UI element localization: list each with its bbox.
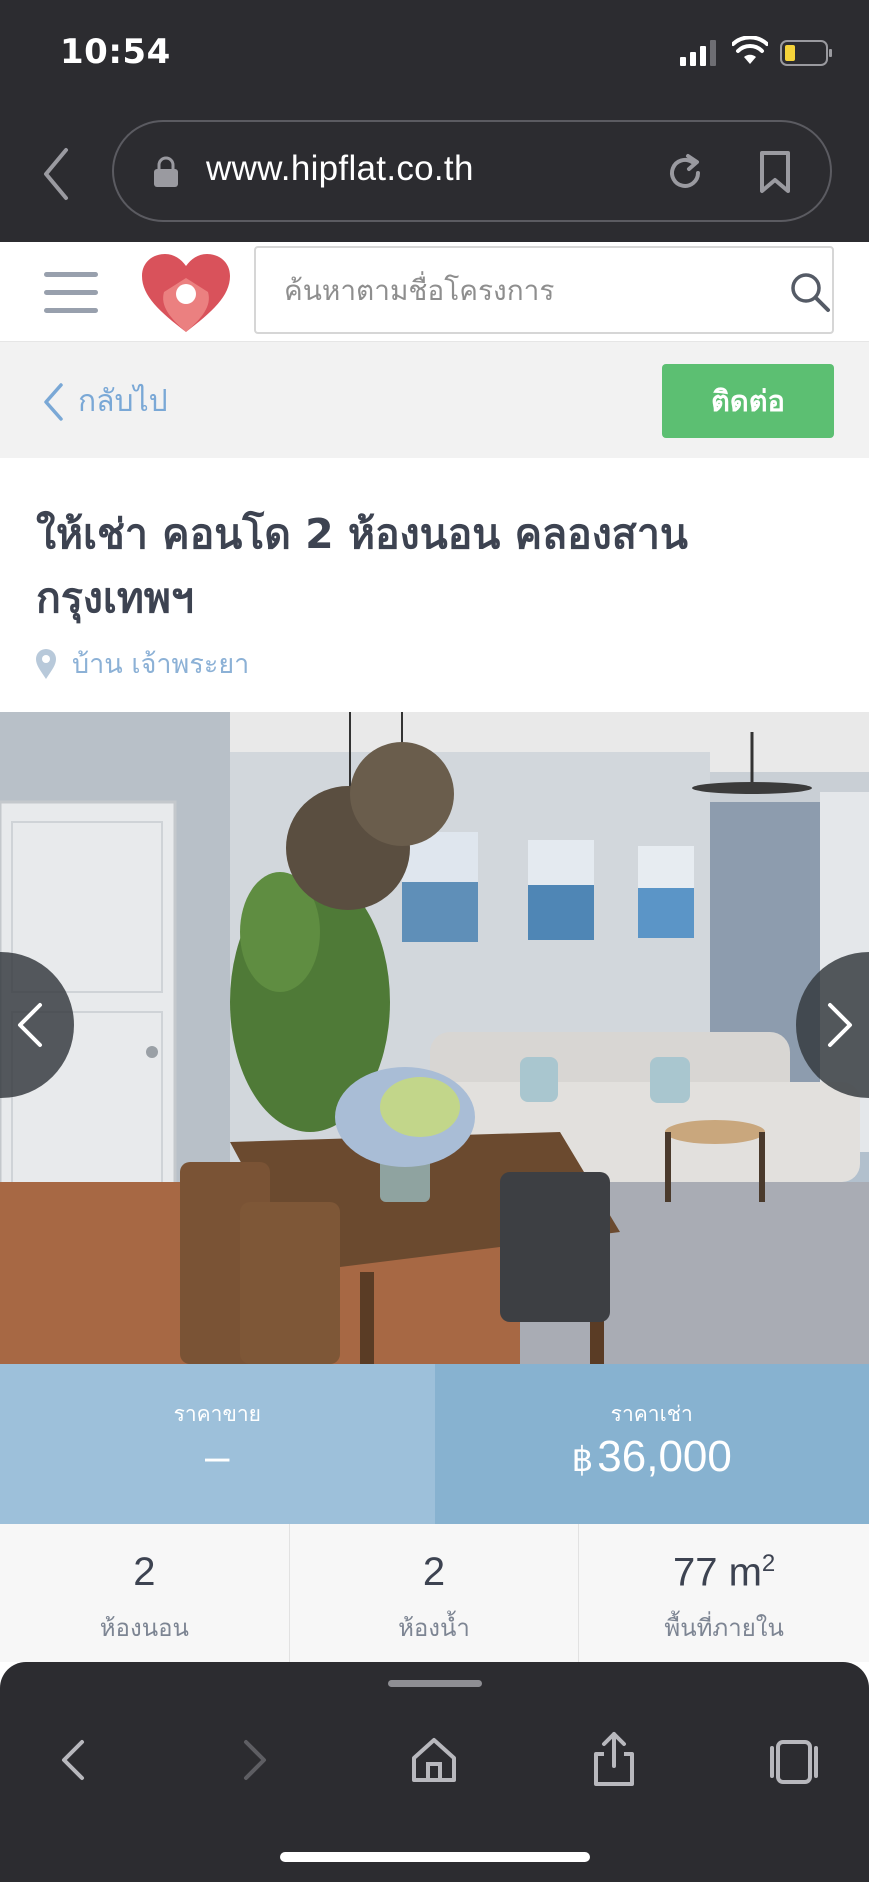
site-header — [0, 242, 869, 342]
search-box — [254, 246, 834, 334]
next-arrow-icon — [828, 1003, 852, 1047]
bathrooms-value: 2 — [422, 1550, 446, 1594]
home-icon[interactable] — [404, 1730, 464, 1790]
bathrooms-label: ห้องน้ำ — [398, 1614, 470, 1642]
spec-bathrooms: 2 ห้องน้ำ — [290, 1524, 580, 1662]
toolbar-back-icon[interactable] — [44, 1730, 104, 1790]
search-input[interactable] — [256, 248, 776, 332]
price-panel: ราคาขาย – ราคาเช่า ฿36,000 — [0, 1364, 869, 1524]
action-bar: กลับไป ติดต่อ — [0, 342, 869, 458]
sale-price-value: – — [205, 1432, 230, 1481]
toolbar-grabber[interactable] — [388, 1680, 482, 1687]
listing-photo[interactable] — [0, 712, 869, 1364]
share-icon[interactable] — [584, 1730, 644, 1790]
status-bar: 10:54 — [0, 0, 869, 110]
bedrooms-value: 2 — [133, 1550, 156, 1594]
tabs-icon[interactable] — [764, 1730, 824, 1790]
area-number: 77 m — [672, 1550, 762, 1595]
bedrooms-label: ห้องนอน — [99, 1614, 189, 1642]
url-text: www.hipflat.co.th — [206, 149, 474, 188]
safari-bottom-toolbar — [0, 1662, 869, 1882]
back-link[interactable]: กลับไป — [42, 378, 168, 425]
status-time: 10:54 — [60, 32, 171, 72]
browser-toolbar: www.hipflat.co.th — [0, 110, 869, 242]
home-indicator — [280, 1852, 590, 1862]
pin-icon — [36, 648, 56, 679]
area-value: 77 m2 — [579, 1550, 869, 1595]
wifi-icon — [732, 36, 768, 64]
logo-heart-icon[interactable] — [140, 252, 232, 336]
reload-icon[interactable] — [664, 152, 706, 194]
sale-price: ราคาขาย – — [0, 1364, 435, 1524]
currency-symbol: ฿ — [571, 1441, 594, 1479]
sale-price-label: ราคาขาย — [173, 1402, 261, 1426]
battery-icon — [780, 40, 832, 66]
living-room-photo — [0, 712, 869, 1364]
spec-bedrooms: 2 ห้องนอน — [0, 1524, 290, 1662]
lock-icon — [154, 156, 178, 187]
signal-icon — [680, 40, 716, 66]
rent-price-value: ฿36,000 — [435, 1432, 869, 1482]
menu-icon[interactable] — [44, 272, 98, 314]
area-label: พื้นที่ภายใน — [664, 1614, 784, 1642]
rent-price: ราคาเช่า ฿36,000 — [434, 1364, 869, 1524]
location-text: บ้าน เจ้าพระยา — [72, 649, 250, 680]
spec-area: 77 m2 พื้นที่ภายใน — [579, 1524, 869, 1662]
back-chevron-icon[interactable] — [38, 146, 74, 202]
back-label: กลับไป — [78, 384, 168, 419]
toolbar-forward-icon[interactable] — [224, 1730, 284, 1790]
address-bar[interactable]: www.hipflat.co.th — [112, 120, 832, 222]
prev-arrow-icon — [18, 1003, 42, 1047]
bookmark-icon[interactable] — [758, 150, 792, 194]
rent-amount: 36,000 — [597, 1432, 732, 1481]
area-unit-sup: 2 — [761, 1550, 776, 1577]
rent-price-label: ราคาเช่า — [610, 1402, 693, 1426]
specs-row: 2 ห้องนอน 2 ห้องน้ำ 77 m2 พื้นที่ภายใน — [0, 1524, 869, 1662]
listing-title: ให้เช่า คอนโด 2 ห้องนอน คลองสาน กรุงเทพฯ — [36, 510, 688, 622]
location-link[interactable]: บ้าน เจ้าพระยา — [34, 642, 249, 685]
back-chevron-icon — [44, 382, 63, 421]
contact-button[interactable]: ติดต่อ — [662, 364, 834, 438]
search-icon[interactable] — [788, 270, 832, 314]
